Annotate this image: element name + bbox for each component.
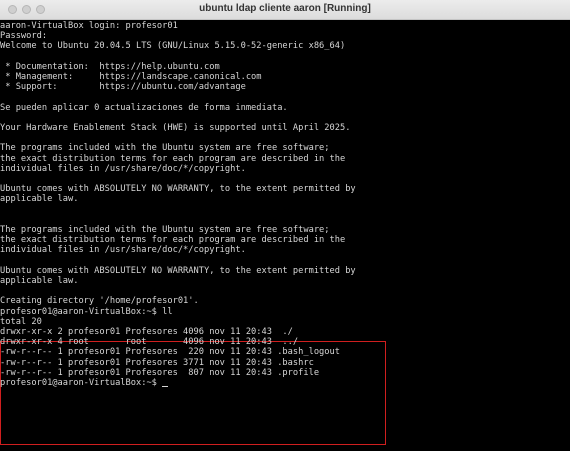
virtualbox-window: ubuntu ldap cliente aaron [Running] aaro… bbox=[0, 0, 570, 451]
terminal-line-text: Welcome to Ubuntu 20.04.5 LTS (GNU/Linux… bbox=[0, 41, 346, 52]
terminal-line-text: * Management: https://landscape.canonica… bbox=[0, 72, 262, 82]
terminal-line-text: total 20 bbox=[0, 316, 42, 327]
terminal-line: the exact distribution terms for each pr… bbox=[0, 235, 345, 245]
terminal-line-text: The programs included with the Ubuntu sy… bbox=[0, 143, 330, 154]
window-titlebar[interactable]: ubuntu ldap cliente aaron [Running] bbox=[0, 0, 570, 20]
terminal-line-text: aaron-VirtualBox login: profesor01 bbox=[0, 21, 178, 31]
terminal-line: Se pueden aplicar 0 actualizaciones de f… bbox=[0, 103, 288, 113]
terminal-line: -rw-r--r-- 1 profesor01 Profesores 220 n… bbox=[0, 347, 340, 357]
terminal-line-text: applicable law. bbox=[0, 194, 79, 205]
terminal-line-text: profesor01@aaron-VirtualBox:~$ bbox=[0, 378, 163, 388]
terminal-line-text: -rw-r--r-- 1 profesor01 Profesores 807 n… bbox=[0, 367, 320, 378]
terminal-line: aaron-VirtualBox login: profesor01 bbox=[0, 21, 178, 31]
terminal-line-text: individual files in /usr/share/doc/*/cop… bbox=[0, 163, 246, 174]
terminal-line: drwxr-xr-x 4 root root 4096 nov 11 20:43… bbox=[0, 337, 298, 347]
terminal-line-text: The programs included with the Ubuntu sy… bbox=[0, 225, 330, 235]
terminal-line-text: -rw-r--r-- 1 profesor01 Profesores 3771 … bbox=[0, 357, 314, 368]
terminal-line: The programs included with the Ubuntu sy… bbox=[0, 143, 330, 153]
terminal-line-text: Ubuntu comes with ABSOLUTELY NO WARRANTY… bbox=[0, 265, 356, 276]
terminal-line: Password: bbox=[0, 31, 47, 41]
terminal-line: applicable law. bbox=[0, 194, 78, 204]
terminal-line: profesor01@aaron-VirtualBox:~$ ll bbox=[0, 307, 173, 317]
terminal-line: individual files in /usr/share/doc/*/cop… bbox=[0, 164, 246, 174]
terminal-line: -rw-r--r-- 1 profesor01 Profesores 3771 … bbox=[0, 358, 314, 368]
terminal-line: * Documentation: https://help.ubuntu.com bbox=[0, 61, 220, 72]
terminal-line-text: * Documentation: https://help.ubuntu.com bbox=[0, 61, 220, 72]
terminal-line-text: individual files in /usr/share/doc/*/cop… bbox=[0, 245, 246, 256]
terminal-line-text: Password: bbox=[0, 31, 48, 42]
terminal-line-text: Creating directory '/home/profesor01'. bbox=[0, 296, 199, 307]
terminal-line-text: the exact distribution terms for each pr… bbox=[0, 153, 346, 164]
terminal-line-text: drwxr-xr-x 2 profesor01 Profesores 4096 … bbox=[0, 327, 293, 337]
terminal-line: * Support: https://ubuntu.com/advantage bbox=[0, 82, 246, 92]
terminal-line: individual files in /usr/share/doc/*/cop… bbox=[0, 245, 246, 255]
text-cursor bbox=[162, 385, 169, 387]
terminal-line-text: applicable law. bbox=[0, 276, 79, 286]
terminal-line-text: Se pueden aplicar 0 actualizaciones de f… bbox=[0, 102, 288, 113]
terminal-line-text: profesor01@aaron-VirtualBox:~$ ll bbox=[0, 306, 173, 317]
terminal-line: Your Hardware Enablement Stack (HWE) is … bbox=[0, 123, 350, 133]
terminal-line: * Management: https://landscape.canonica… bbox=[0, 72, 262, 82]
terminal-line: Ubuntu comes with ABSOLUTELY NO WARRANTY… bbox=[0, 184, 356, 194]
terminal-console[interactable]: aaron-VirtualBox login: profesor01 Passwo… bbox=[0, 20, 570, 451]
terminal-line: total 20 bbox=[0, 317, 42, 327]
terminal-line: Ubuntu comes with ABSOLUTELY NO WARRANTY… bbox=[0, 266, 356, 276]
terminal-prompt-line: profesor01@aaron-VirtualBox:~$ bbox=[0, 378, 169, 388]
terminal-line-text: * Support: https://ubuntu.com/advantage bbox=[0, 82, 246, 93]
terminal-line: the exact distribution terms for each pr… bbox=[0, 154, 345, 164]
terminal-line: The programs included with the Ubuntu sy… bbox=[0, 225, 330, 235]
terminal-line-text: drwxr-xr-x 4 root root 4096 nov 11 20:43… bbox=[0, 337, 299, 348]
window-title: ubuntu ldap cliente aaron [Running] bbox=[199, 3, 371, 14]
terminal-line: Welcome to Ubuntu 20.04.5 LTS (GNU/Linux… bbox=[0, 41, 345, 51]
terminal-line-text: Your Hardware Enablement Stack (HWE) is … bbox=[0, 123, 351, 133]
terminal-line: applicable law. bbox=[0, 276, 78, 286]
terminal-line-text: the exact distribution terms for each pr… bbox=[0, 235, 346, 246]
terminal-line: drwxr-xr-x 2 profesor01 Profesores 4096 … bbox=[0, 327, 293, 337]
terminal-line: -rw-r--r-- 1 profesor01 Profesores 807 n… bbox=[0, 368, 319, 378]
terminal-line: Creating directory '/home/profesor01'. bbox=[0, 296, 199, 306]
terminal-line-text: -rw-r--r-- 1 profesor01 Profesores 220 n… bbox=[0, 347, 340, 358]
terminal-line-text: Ubuntu comes with ABSOLUTELY NO WARRANTY… bbox=[0, 184, 356, 195]
